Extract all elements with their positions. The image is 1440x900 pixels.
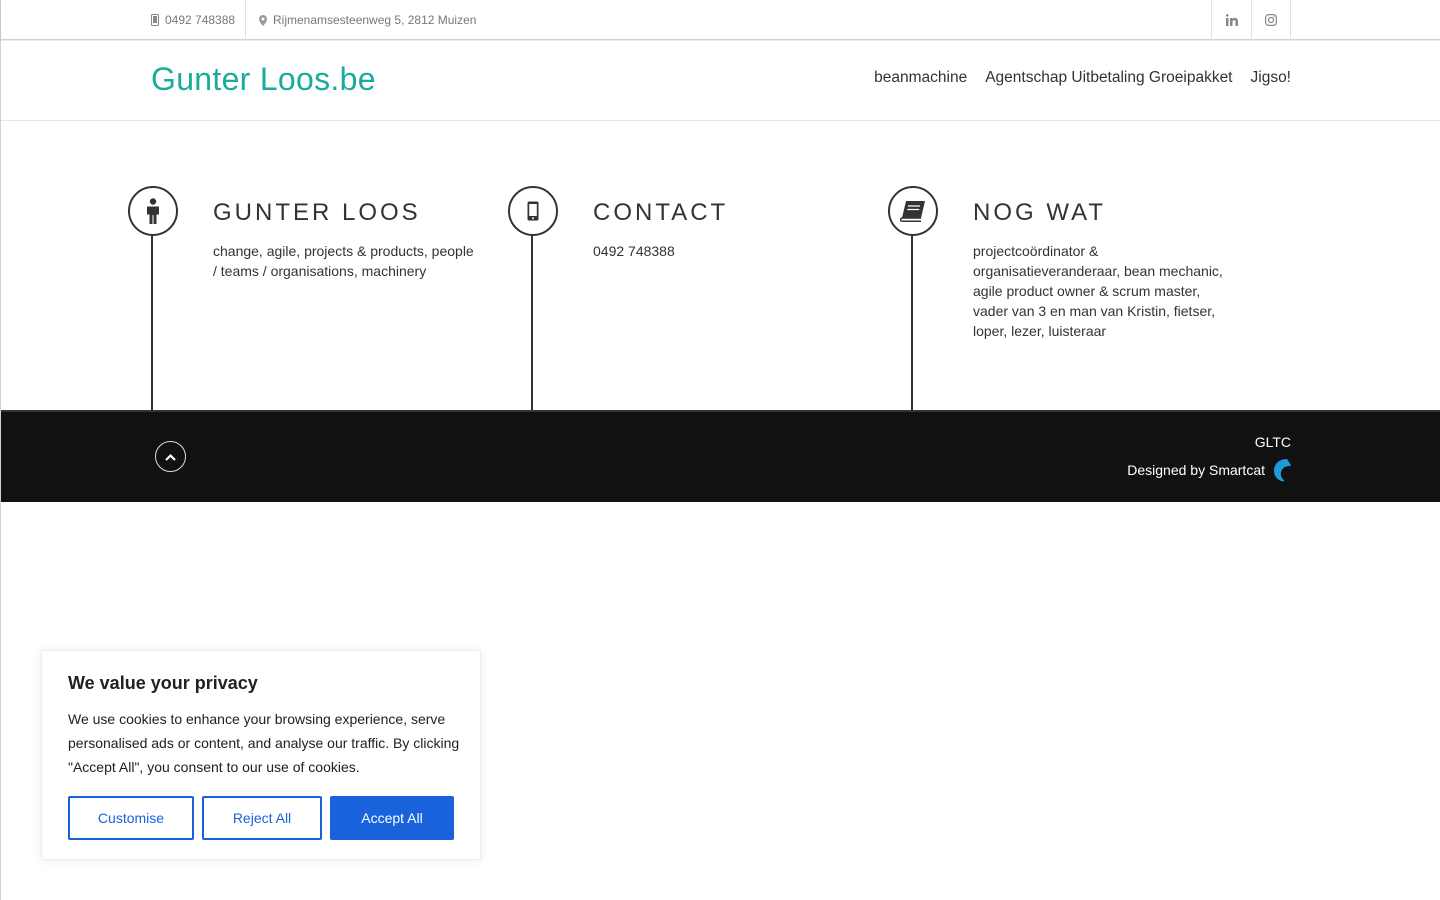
features-section: GUNTER LOOS change, agile, projects & pr… <box>1 121 1440 411</box>
topbar-phone[interactable]: 0492 748388 <box>151 0 247 40</box>
designer-credit[interactable]: Designed by Smartcat <box>1127 458 1291 482</box>
topbar-address: Rijmenamsesteenweg 5, 2812 Muizen <box>249 0 476 40</box>
feature-title: NOG WAT <box>973 199 1106 226</box>
feature-icon-circle <box>128 186 178 236</box>
feature-icon-circle <box>508 186 558 236</box>
linkedin-icon <box>1225 14 1238 26</box>
accept-all-button[interactable]: Accept All <box>330 796 454 840</box>
cookie-text: We use cookies to enhance your browsing … <box>68 711 460 775</box>
customise-button[interactable]: Customise <box>68 796 194 840</box>
footer-brand: GLTC <box>1254 434 1291 450</box>
nav-item-jigso[interactable]: Jigso! <box>1251 69 1292 87</box>
feature-line <box>911 236 913 411</box>
feature-title: CONTACT <box>593 199 729 226</box>
book-icon <box>900 201 925 222</box>
feature-gunter-loos: GUNTER LOOS change, agile, projects & pr… <box>128 186 488 411</box>
cookie-title: We value your privacy <box>68 673 258 693</box>
cookie-consent-banner: We value your privacy We use cookies to … <box>41 650 481 860</box>
chevron-up-icon <box>165 453 176 461</box>
map-marker-icon <box>259 14 267 26</box>
feature-line <box>531 236 533 411</box>
feature-nog-wat: NOG WAT projectcoördinator & organisatie… <box>888 186 1248 411</box>
reject-all-button[interactable]: Reject All <box>202 796 322 840</box>
nav-item-beanmachine[interactable]: beanmachine <box>874 69 967 87</box>
feature-text: projectcoördinator & organisatieverander… <box>973 243 1223 339</box>
mobile-phone-icon <box>527 201 539 221</box>
designer-credit-text: Designed by Smartcat <box>1127 462 1265 478</box>
feature-text: 0492 748388 <box>593 243 675 259</box>
site-header: Gunter Loos.be beanmachine Agentschap Ui… <box>1 41 1440 121</box>
nav-item-groeipakket[interactable]: Agentschap Uitbetaling Groeipakket <box>985 69 1232 87</box>
feature-line <box>151 236 153 411</box>
topbar-address-text: Rijmenamsesteenweg 5, 2812 Muizen <box>273 13 477 27</box>
footer-credits: GLTC Designed by Smartcat <box>1127 434 1291 482</box>
instagram-icon <box>1265 14 1277 26</box>
site-logo[interactable]: Gunter Loos.be <box>151 61 376 98</box>
main-nav: beanmachine Agentschap Uitbetaling Groei… <box>874 69 1291 87</box>
scroll-to-top-button[interactable] <box>155 441 186 472</box>
feature-text: change, agile, projects & products, peop… <box>213 243 474 279</box>
linkedin-link[interactable] <box>1211 0 1251 40</box>
mobile-phone-icon <box>151 14 159 26</box>
feature-title: GUNTER LOOS <box>213 199 421 226</box>
feature-icon-circle <box>888 186 938 236</box>
person-icon <box>147 198 159 224</box>
topbar-phone-text: 0492 748388 <box>165 13 236 27</box>
top-bar: 0492 748388 Rijmenamsesteenweg 5, 2812 M… <box>1 0 1440 40</box>
feature-contact: CONTACT 0492 748388 <box>508 186 868 411</box>
site-footer: GLTC Designed by Smartcat <box>1 410 1440 502</box>
instagram-link[interactable] <box>1251 0 1291 40</box>
smartcat-logo-icon <box>1274 459 1291 482</box>
